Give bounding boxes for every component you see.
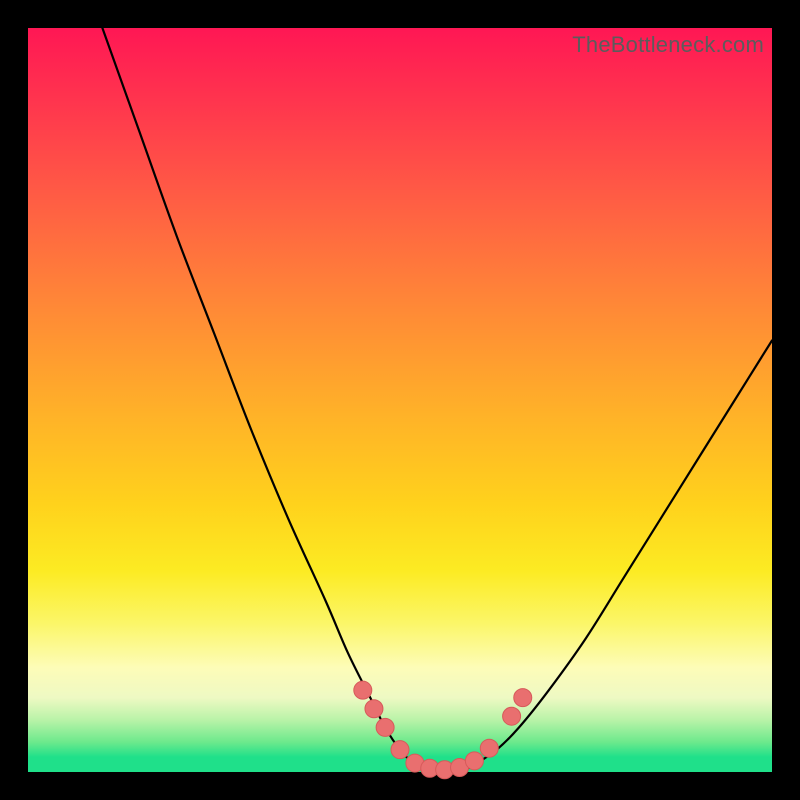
curve-marker [503,707,521,725]
curve-marker [391,741,409,759]
curve-marker [354,681,372,699]
bottleneck-curve [28,28,772,772]
chart-frame: TheBottleneck.com [0,0,800,800]
plot-area: TheBottleneck.com [28,28,772,772]
curve-marker [465,752,483,770]
curve-marker [514,689,532,707]
curve-marker [480,739,498,757]
curve-marker [376,718,394,736]
curve-marker [365,700,383,718]
